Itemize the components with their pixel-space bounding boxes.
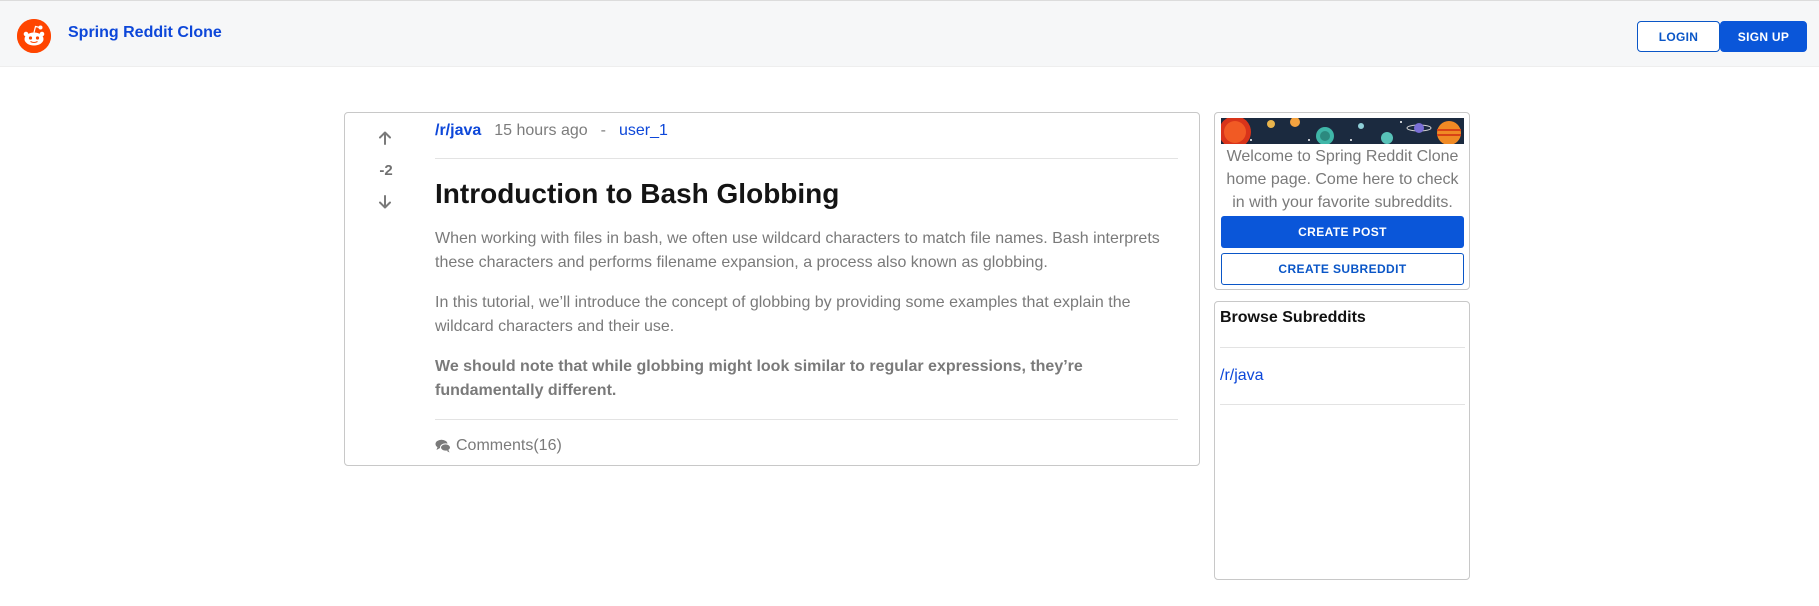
arrow-down-icon[interactable] [374, 191, 396, 213]
post-card: -2 /r/java 15 hours ago - user_1 Introdu… [344, 112, 1200, 466]
welcome-text: Welcome to Spring Reddit Clone home page… [1226, 148, 1459, 211]
comments-icon [435, 439, 451, 453]
browse-title: Browse Subreddits [1220, 309, 1366, 326]
comments-label: Comments(16) [456, 437, 562, 454]
post-timestamp: 15 hours ago [494, 122, 588, 139]
username-link[interactable]: user_1 [619, 122, 668, 140]
subreddit-link[interactable]: /r/java [435, 122, 481, 140]
post-paragraph: When working with files in bash, we ofte… [435, 230, 1160, 271]
post-paragraph: We should note that while globbing might… [435, 358, 1083, 399]
post-paragraph: In this tutorial, we’ll introduce the co… [435, 294, 1131, 335]
welcome-card: Welcome to Spring Reddit Clone home page… [1214, 112, 1470, 290]
browse-subreddits-card: Browse Subreddits /r/java [1214, 301, 1470, 580]
comments-link[interactable]: Comments(16) [435, 437, 562, 455]
arrow-up-icon[interactable] [374, 127, 396, 149]
divider [435, 158, 1178, 159]
post-meta: /r/java 15 hours ago - user_1 [435, 120, 668, 142]
signup-button[interactable]: SIGN UP [1720, 21, 1807, 52]
meta-separator: - [600, 122, 606, 139]
divider [1220, 347, 1465, 348]
create-subreddit-button[interactable]: CREATE SUBREDDIT [1221, 253, 1464, 285]
space-banner-image [1221, 118, 1464, 144]
divider [1220, 404, 1465, 405]
post-title[interactable]: Introduction to Bash Globbing [435, 178, 839, 210]
top-navbar: Spring Reddit Clone LOGIN SIGN UP [0, 0, 1819, 67]
divider [435, 419, 1178, 420]
login-button[interactable]: LOGIN [1637, 21, 1720, 52]
brand-link[interactable]: Spring Reddit Clone [68, 24, 222, 42]
subreddit-list-item[interactable]: /r/java [1220, 367, 1264, 385]
vote-count: -2 [379, 162, 393, 179]
reddit-logo-icon[interactable] [17, 19, 51, 53]
create-post-button[interactable]: CREATE POST [1221, 216, 1464, 248]
